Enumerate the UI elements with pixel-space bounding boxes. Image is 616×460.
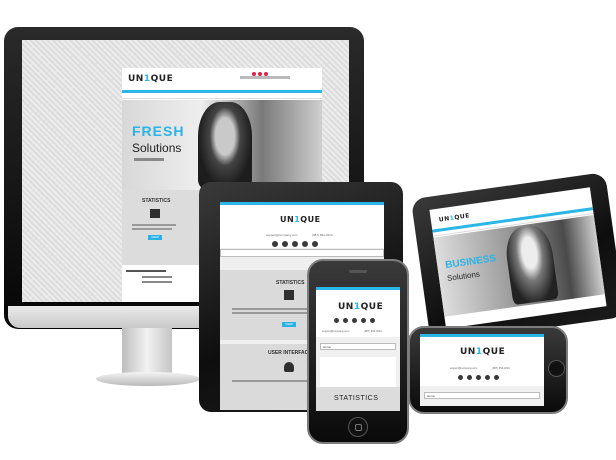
dribbble-icon[interactable]: [282, 241, 288, 247]
user-icon: [284, 362, 294, 372]
desktop-nav[interactable]: [122, 90, 322, 99]
phone-portrait-phone: (987) 654-3210: [364, 330, 382, 333]
device-showcase: UN1QUE FRESH Solutions STATISTICS VIEW U…: [0, 0, 616, 460]
tablet-portrait-phone: (987) 654-3210: [312, 233, 333, 237]
phone-portrait-logo[interactable]: UN1QUE: [338, 302, 383, 312]
phone-twitter-icon[interactable]: [334, 318, 339, 323]
phone-landscape-home-button[interactable]: [548, 360, 565, 377]
tablet-landscape-logo[interactable]: UN1QUE: [438, 212, 470, 223]
tablet-portrait-logo[interactable]: UN1QUE: [280, 215, 321, 224]
phone-portrait-screen: UN1QUE support@company.com (987) 654-321…: [316, 287, 400, 411]
tablet-stats-chart-icon: [284, 290, 294, 300]
desktop-footer-links: [126, 270, 166, 272]
phone-flickr-icon[interactable]: [370, 318, 375, 323]
tablet-portrait-view-button[interactable]: VIEW: [282, 322, 296, 327]
phone-facebook-icon[interactable]: [361, 318, 366, 323]
phone-portrait-email[interactable]: support@company.com: [322, 330, 349, 333]
phone-landscape-twitter-icon[interactable]: [458, 375, 463, 380]
phone-landscape-facebook-icon[interactable]: [485, 375, 490, 380]
phone-portrait-earpiece: [349, 270, 367, 273]
tablet-portrait-stats-title: STATISTICS: [276, 280, 305, 286]
tablet-portrait-email[interactable]: support@company.com: [266, 233, 298, 237]
desktop-stand-base: [96, 372, 200, 386]
phone-portrait-stats-title: STATISTICS: [334, 395, 379, 402]
desktop-view-button[interactable]: VIEW: [148, 235, 162, 240]
phone-landscape-logo[interactable]: UN1QUE: [460, 347, 505, 357]
tablet-portrait-social[interactable]: [272, 241, 342, 247]
phone-landscape-menu-select[interactable]: Home: [424, 392, 540, 399]
desktop-hero-subtitle: Solutions: [132, 141, 182, 155]
desktop-stand: [122, 328, 172, 378]
phone-landscape-linkedin-icon[interactable]: [476, 375, 481, 380]
tablet-portrait-menu-select[interactable]: [220, 249, 384, 257]
phone-landscape-phone: (987) 654-3210: [492, 367, 510, 370]
desktop-topbar-info: [240, 76, 290, 79]
phone-portrait-home-button[interactable]: [348, 417, 368, 437]
desktop-hero-title: FRESH: [132, 123, 185, 139]
desktop-hero-photo: [198, 102, 252, 188]
facebook-icon[interactable]: [302, 241, 308, 247]
phone-dribbble-icon[interactable]: [343, 318, 348, 323]
phone-portrait-stats: STATISTICS: [316, 387, 400, 411]
phone-landscape-social[interactable]: [458, 375, 508, 380]
phone-linkedin-icon[interactable]: [352, 318, 357, 323]
phone-landscape-email[interactable]: support@company.com: [450, 367, 477, 370]
desktop-social-icons[interactable]: [252, 72, 312, 76]
phone-portrait-social[interactable]: [334, 318, 384, 323]
tablet-portrait-header: UN1QUE support@company.com (987) 654-321…: [220, 202, 384, 248]
twitter-icon[interactable]: [272, 241, 278, 247]
desktop-stats-title: STATISTICS: [142, 198, 171, 204]
linkedin-icon[interactable]: [292, 241, 298, 247]
tablet-portrait-ui-title: USER INTERFACE: [268, 350, 312, 356]
phone-landscape-dribbble-icon[interactable]: [467, 375, 472, 380]
phone-landscape-flickr-icon[interactable]: [494, 375, 499, 380]
tablet-landscape-screen: UN1QUE BUSINESS Solutions: [429, 187, 607, 329]
phone-portrait-content: [320, 357, 396, 387]
stats-chart-icon: [150, 209, 160, 218]
phone-portrait-menu-select[interactable]: Home: [320, 343, 396, 350]
phone-landscape-screen: UN1QUE support@company.com (987) 654-321…: [420, 334, 544, 406]
desktop-logo[interactable]: UN1QUE: [128, 74, 173, 84]
flickr-icon[interactable]: [312, 241, 318, 247]
